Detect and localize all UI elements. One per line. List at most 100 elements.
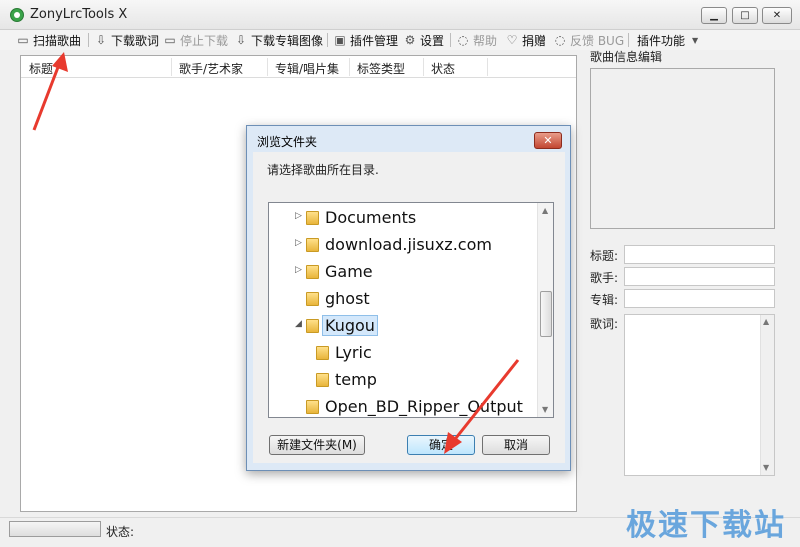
expand-icon[interactable]: ▷ — [295, 265, 302, 275]
tree-item-ghost[interactable]: ghost — [269, 288, 539, 310]
song-list-header: 标题 歌手/艺术家 专辑/唱片集 标签类型 状态 — [21, 56, 576, 78]
download-album-art-button[interactable]: ⇩ 下载专辑图像 — [234, 30, 323, 50]
tree-item-label: Game — [325, 262, 373, 281]
gear-icon: ⚙ — [404, 33, 416, 47]
feedback-bug-button[interactable]: ◌ 反馈 BUG — [553, 30, 624, 50]
download-album-art-label: 下载专辑图像 — [251, 33, 324, 48]
new-folder-button[interactable]: 新建文件夹(M) — [269, 435, 365, 455]
scan-songs-button[interactable]: ▭ 扫描歌曲 — [16, 30, 81, 50]
scroll-up-icon[interactable]: ▲ — [542, 206, 548, 215]
column-title[interactable]: 标题 — [29, 60, 53, 77]
folder-icon — [316, 346, 329, 360]
folder-icon: ▭ — [17, 33, 29, 47]
help-label: 帮助 — [473, 33, 498, 48]
title-bar: ZonyLrcTools X ▁ □ ✕ — [0, 0, 800, 30]
minimize-button[interactable]: ▁ — [701, 7, 727, 24]
lyrics-scrollbar[interactable]: ▲ ▼ — [760, 315, 774, 475]
caret-down-icon: ▼ — [691, 35, 699, 45]
feedback-bug-label: 反馈 BUG — [570, 33, 625, 48]
download-icon: ⇩ — [95, 33, 107, 47]
tree-item-download-jisuxz[interactable]: ▷ download.jisuxz.com — [269, 234, 539, 256]
folder-icon — [316, 373, 329, 387]
column-divider — [171, 58, 172, 76]
download-icon: ⇩ — [235, 33, 247, 47]
scan-songs-label: 扫描歌曲 — [33, 33, 82, 48]
collapse-icon[interactable]: ◢ — [295, 319, 302, 329]
scroll-up-icon[interactable]: ▲ — [763, 317, 769, 326]
donate-label: 捐赠 — [522, 33, 547, 48]
tree-item-label: Open_BD_Ripper_Output — [325, 397, 523, 416]
column-divider — [267, 58, 268, 76]
dialog-body: 请选择歌曲所在目录. ▷ Documents ▷ download.jisuxz… — [253, 152, 565, 463]
chat-bubble-icon: ◌ — [554, 33, 566, 47]
tree-scrollbar[interactable]: ▲ ▼ — [537, 203, 553, 417]
column-artist[interactable]: 歌手/艺术家 — [179, 60, 243, 77]
album-field-label: 专辑: — [590, 293, 619, 307]
tree-item-kugou[interactable]: ◢ Kugou — [269, 315, 539, 337]
tree-item-label: download.jisuxz.com — [325, 235, 492, 254]
folder-icon — [306, 265, 319, 279]
stop-download-label: 停止下载 — [180, 33, 229, 48]
tree-item-temp[interactable]: temp — [269, 369, 539, 391]
toolbar-divider — [628, 33, 629, 47]
lyrics-textarea[interactable]: ▲ ▼ — [624, 314, 775, 476]
cancel-button[interactable]: 取消 — [482, 435, 550, 455]
column-status[interactable]: 状态 — [431, 60, 455, 77]
window-title: ZonyLrcTools X — [30, 7, 128, 22]
stop-download-button[interactable]: ▭ 停止下载 — [163, 30, 228, 50]
folder-icon — [306, 292, 319, 306]
lyrics-field-label: 歌词: — [590, 317, 619, 331]
settings-label: 设置 — [420, 33, 445, 48]
plugin-functions-label: 插件功能 — [637, 33, 686, 48]
folder-icon — [306, 400, 319, 414]
title-field-label: 标题: — [590, 249, 619, 263]
tree-item-label: Kugou — [322, 315, 378, 336]
column-divider — [349, 58, 350, 76]
progress-bar — [9, 521, 101, 537]
expand-icon[interactable]: ▷ — [295, 211, 302, 221]
folder-icon — [306, 211, 319, 225]
title-field[interactable] — [624, 245, 775, 264]
tree-item-label: temp — [335, 370, 377, 389]
heart-icon: ♡ — [506, 33, 518, 47]
help-button[interactable]: ◌ 帮助 — [456, 30, 497, 50]
artist-field[interactable] — [624, 267, 775, 286]
tree-item-lyric[interactable]: Lyric — [269, 342, 539, 364]
tree-item-label: Lyric — [335, 343, 372, 362]
plugin-functions-dropdown[interactable]: 插件功能 ▼ — [637, 30, 702, 50]
dialog-close-button[interactable]: ✕ — [534, 132, 562, 149]
plugin-manage-button[interactable]: ▣ 插件管理 — [333, 30, 398, 50]
watermark-logo: 极速下载站 — [626, 508, 786, 543]
tree-item-label: ghost — [325, 289, 370, 308]
download-lyrics-label: 下载歌词 — [111, 33, 160, 48]
column-divider — [487, 58, 488, 76]
tree-item-open-bd-ripper-output[interactable]: Open_BD_Ripper_Output — [269, 396, 539, 417]
maximize-button[interactable]: □ — [732, 7, 758, 24]
column-tag-type[interactable]: 标签类型 — [357, 60, 405, 77]
song-info-edit-title: 歌曲信息编辑 — [590, 50, 663, 64]
chat-bubble-icon: ◌ — [457, 33, 469, 47]
album-field[interactable] — [624, 289, 775, 308]
tree-item-documents[interactable]: ▷ Documents — [269, 207, 539, 229]
folder-tree[interactable]: ▷ Documents ▷ download.jisuxz.com ▷ Game… — [268, 202, 554, 418]
scrollbar-thumb[interactable] — [540, 291, 552, 337]
scroll-down-icon[interactable]: ▼ — [542, 405, 548, 414]
album-art-box — [590, 68, 775, 229]
scroll-down-icon[interactable]: ▼ — [763, 463, 769, 472]
download-lyrics-button[interactable]: ⇩ 下载歌词 — [94, 30, 159, 50]
artist-field-label: 歌手: — [590, 271, 619, 285]
close-button[interactable]: ✕ — [762, 7, 792, 24]
donate-button[interactable]: ♡ 捐赠 — [505, 30, 546, 50]
column-album[interactable]: 专辑/唱片集 — [275, 60, 339, 77]
toolbar: ▭ 扫描歌曲 ⇩ 下载歌词 ▭ 停止下载 ⇩ 下载专辑图像 ▣ 插件管理 ⚙ 设… — [0, 30, 800, 50]
expand-icon[interactable]: ▷ — [295, 238, 302, 248]
tree-item-game[interactable]: ▷ Game — [269, 261, 539, 283]
ok-button[interactable]: 确定 — [407, 435, 475, 455]
dialog-prompt: 请选择歌曲所在目录. — [267, 163, 379, 177]
browse-folder-dialog: 浏览文件夹 ✕ 请选择歌曲所在目录. ▷ Documents ▷ downloa… — [246, 125, 571, 471]
settings-button[interactable]: ⚙ 设置 — [403, 30, 444, 50]
dialog-title: 浏览文件夹 — [257, 135, 318, 149]
toolbar-divider — [450, 33, 451, 47]
folder-icon — [306, 319, 319, 333]
toolbar-divider — [88, 33, 89, 47]
